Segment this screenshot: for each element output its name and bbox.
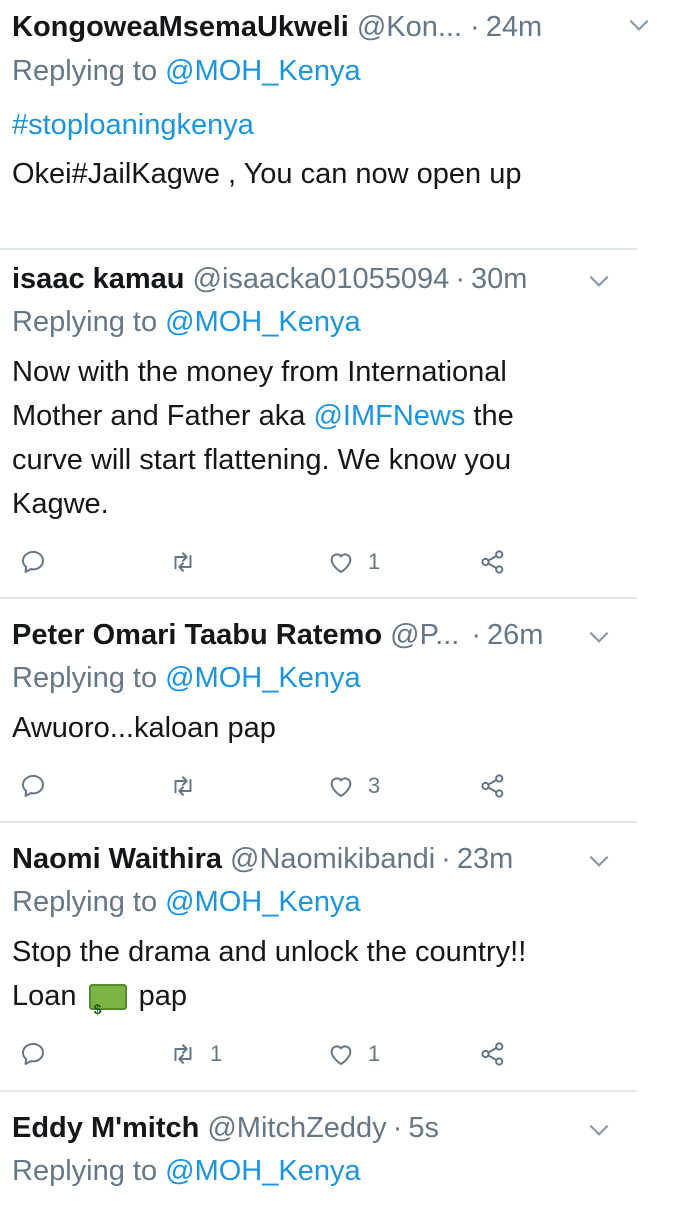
replying-to-label: Replying to bbox=[12, 55, 166, 87]
clipped-text-line bbox=[12, 1212, 312, 1218]
timestamp[interactable]: 26m bbox=[487, 619, 543, 652]
replying-to: Replying to @MOH_Kenya bbox=[12, 306, 361, 339]
mention-link[interactable]: @MOH_Kenya bbox=[165, 55, 360, 87]
reply-icon bbox=[22, 1042, 44, 1065]
tweet-divider bbox=[0, 248, 637, 250]
separator-dot: · bbox=[392, 1111, 403, 1144]
reply-icon bbox=[22, 774, 44, 797]
heart-icon bbox=[330, 777, 352, 797]
timestamp[interactable]: 5s bbox=[408, 1112, 439, 1145]
tweet-header: Naomi Waithira @Naomikibandi · 23m bbox=[12, 836, 637, 882]
share-icon bbox=[481, 1042, 504, 1066]
tweet-text: Awuoro...kaloan pap bbox=[12, 712, 276, 744]
timestamp[interactable]: 30m bbox=[471, 263, 527, 296]
tweet-text-line: Loan $ pap bbox=[12, 974, 629, 1018]
replying-to: Replying to @MOH_Kenya bbox=[12, 662, 361, 695]
author-handle[interactable]: @Kon... bbox=[357, 11, 462, 44]
chevron-down-icon[interactable] bbox=[586, 848, 612, 874]
share-button[interactable] bbox=[478, 766, 508, 806]
retweet-icon bbox=[174, 1044, 192, 1064]
separator-dot: · bbox=[470, 10, 480, 43]
author-name[interactable]: Peter Omari Taabu Ratemo bbox=[12, 619, 382, 652]
timestamp[interactable]: 23m bbox=[457, 843, 513, 876]
chevron-down-icon[interactable] bbox=[586, 624, 612, 650]
reply-icon bbox=[22, 550, 44, 573]
retweet-button[interactable] bbox=[168, 542, 210, 582]
retweet-button[interactable] bbox=[168, 766, 210, 806]
tweet-divider bbox=[0, 597, 637, 599]
share-icon bbox=[481, 774, 504, 798]
heart-icon bbox=[330, 1045, 352, 1065]
mention-link[interactable]: @MOH_Kenya bbox=[165, 662, 360, 694]
replying-to-label: Replying to bbox=[12, 886, 166, 918]
author-handle[interactable]: @MitchZeddy bbox=[207, 1112, 386, 1145]
tweet-header: Eddy M'mitch @MitchZeddy · 5s bbox=[12, 1105, 637, 1151]
mention-link[interactable]: @IMFNews bbox=[313, 400, 465, 432]
tweet-text: Now with the money from International Mo… bbox=[12, 350, 582, 526]
tweet-divider bbox=[0, 1090, 637, 1092]
separator-dot: · bbox=[455, 262, 465, 295]
retweet-icon bbox=[174, 776, 192, 796]
chevron-down-icon[interactable] bbox=[626, 12, 652, 38]
author-handle[interactable]: @P... bbox=[390, 619, 459, 652]
like-button[interactable]: 1 bbox=[326, 1034, 380, 1074]
hashtag-link[interactable]: #stoploaningkenya bbox=[12, 109, 254, 142]
chevron-down-icon[interactable] bbox=[586, 268, 612, 294]
heart-icon bbox=[330, 553, 352, 573]
reply-button[interactable] bbox=[18, 542, 48, 582]
author-name[interactable]: KongoweaMsemaUkweli bbox=[12, 11, 349, 44]
tweet-actions: 1 1 bbox=[0, 1034, 637, 1074]
share-button[interactable] bbox=[478, 1034, 508, 1074]
share-icon bbox=[481, 550, 504, 574]
reply-button[interactable] bbox=[18, 766, 48, 806]
replying-to: Replying to @MOH_Kenya bbox=[12, 55, 361, 88]
timestamp[interactable]: 24m bbox=[486, 11, 542, 44]
like-count: 1 bbox=[368, 1041, 381, 1066]
chevron-down-icon[interactable] bbox=[586, 1117, 612, 1143]
retweet-icon bbox=[174, 552, 192, 572]
mention-link[interactable]: @MOH_Kenya bbox=[165, 886, 360, 918]
replying-to-label: Replying to bbox=[12, 1155, 166, 1187]
tweet-actions: 1 bbox=[0, 542, 637, 582]
tweet-text: Stop the drama and unlock the country!! … bbox=[12, 930, 629, 1018]
mention-link[interactable]: @MOH_Kenya bbox=[165, 306, 360, 338]
tweet-text-part: pap bbox=[130, 980, 188, 1012]
tweet-header: isaac kamau @isaacka01055094 · 30m bbox=[12, 256, 637, 302]
tweet-header: KongoweaMsemaUkweli @Kon... · 24m bbox=[12, 4, 637, 50]
tweet-header: Peter Omari Taabu Ratemo @P... · 26m bbox=[12, 612, 637, 658]
retweet-count: 1 bbox=[210, 1041, 223, 1066]
replying-to-label: Replying to bbox=[12, 662, 166, 694]
money-icon-symbol: $ bbox=[93, 1001, 102, 1018]
retweet-button[interactable]: 1 bbox=[168, 1034, 222, 1074]
author-name[interactable]: Naomi Waithira bbox=[12, 843, 222, 876]
money-icon: $ bbox=[88, 984, 127, 1017]
replying-to: Replying to @MOH_Kenya bbox=[12, 1155, 361, 1188]
author-handle[interactable]: @isaacka01055094 bbox=[193, 263, 450, 296]
tweet-divider bbox=[0, 821, 637, 823]
tweet-actions: 3 bbox=[0, 766, 637, 806]
tweet-text: Okei#JailKagwe , You can now open up bbox=[12, 158, 522, 190]
tweet-text-line: Stop the drama and unlock the country!! bbox=[12, 936, 527, 968]
replying-to-label: Replying to bbox=[12, 306, 166, 338]
like-button[interactable]: 1 bbox=[326, 542, 380, 582]
separator-dot: · bbox=[441, 842, 451, 875]
mention-link[interactable]: @MOH_Kenya bbox=[165, 1155, 360, 1187]
share-button[interactable] bbox=[478, 542, 508, 582]
reply-button[interactable] bbox=[18, 1034, 48, 1074]
author-handle[interactable]: @Naomikibandi bbox=[230, 843, 435, 876]
like-count: 3 bbox=[368, 773, 381, 798]
author-name[interactable]: Eddy M'mitch bbox=[12, 1112, 199, 1145]
separator-dot: · bbox=[471, 618, 482, 651]
replying-to: Replying to @MOH_Kenya bbox=[12, 886, 361, 919]
like-count: 1 bbox=[368, 549, 381, 574]
author-name[interactable]: isaac kamau bbox=[12, 263, 185, 296]
clipped-text-line bbox=[12, 208, 602, 214]
like-button[interactable]: 3 bbox=[326, 766, 380, 806]
tweet-text-part: Loan bbox=[12, 980, 77, 1012]
